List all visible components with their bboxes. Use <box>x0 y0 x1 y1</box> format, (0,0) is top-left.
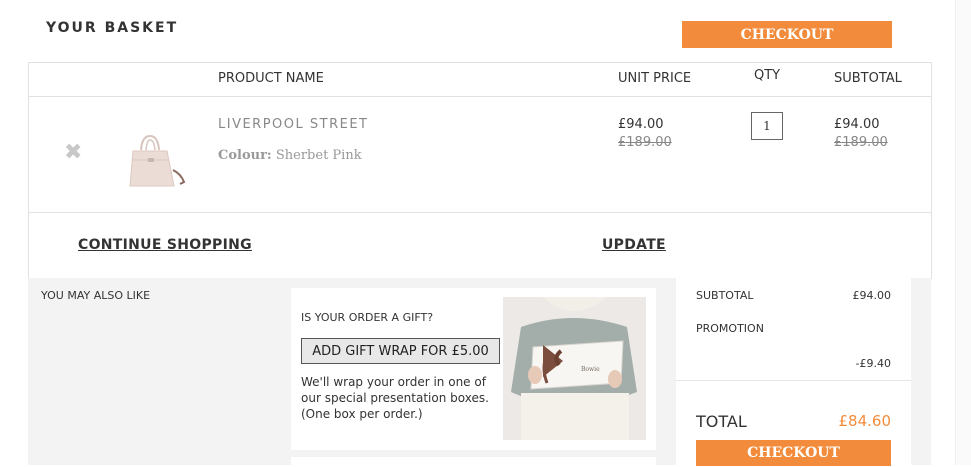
order-summary <box>676 278 911 465</box>
colour-value: Sherbet Pink <box>275 148 362 163</box>
line-subtotal: £94.00 <box>834 117 880 132</box>
you-may-also-like-title: YOU MAY ALSO LIKE <box>41 289 151 302</box>
product-name-link[interactable]: LIVERPOOL STREET <box>218 117 369 132</box>
unit-price: £94.00 <box>618 117 664 132</box>
gift-question: IS YOUR ORDER A GIFT? <box>301 311 434 324</box>
page-title: YOUR BASKET <box>46 20 179 36</box>
scrollbar[interactable] <box>955 0 971 465</box>
checkout-button-bottom[interactable]: CHECKOUT <box>696 440 891 466</box>
gift-box-image: Bowie <box>503 297 646 440</box>
summary-subtotal-value: £94.00 <box>852 289 892 302</box>
header-qty: QTY <box>754 68 781 83</box>
unit-price-was: £189.00 <box>618 135 672 150</box>
total-value: £84.60 <box>838 412 892 430</box>
quantity-input[interactable]: 1 <box>751 112 783 140</box>
gift-description: We'll wrap your order in one of our spec… <box>301 375 489 421</box>
total-label: TOTAL <box>696 412 747 431</box>
line-subtotal-was: £189.00 <box>834 135 888 150</box>
product-colour: Colour: Sherbet Pink <box>218 148 362 163</box>
summary-promotion-label: PROMOTION <box>696 322 764 335</box>
header-divider <box>28 96 931 97</box>
header-subtotal: SUBTOTAL <box>834 71 902 86</box>
quantity-value: 1 <box>763 119 771 133</box>
summary-subtotal-label: SUBTOTAL <box>696 289 754 302</box>
summary-promotion-value: -£9.40 <box>855 357 891 370</box>
row-divider <box>28 212 931 213</box>
add-gift-wrap-button[interactable]: ADD GIFT WRAP FOR £5.00 <box>301 338 500 364</box>
product-image[interactable] <box>118 130 190 192</box>
continue-shopping-link[interactable]: CONTINUE SHOPPING <box>78 237 252 253</box>
colour-label: Colour: <box>218 148 272 163</box>
svg-text:Bowie: Bowie <box>581 366 600 373</box>
update-link[interactable]: UPDATE <box>602 237 666 253</box>
header-product-name: PRODUCT NAME <box>218 71 324 86</box>
header-unit-price: UNIT PRICE <box>618 71 692 86</box>
checkout-button-top[interactable]: CHECKOUT <box>682 21 892 48</box>
summary-divider <box>676 380 911 381</box>
next-panel <box>291 457 656 467</box>
close-icon[interactable]: ✖ <box>64 142 82 164</box>
